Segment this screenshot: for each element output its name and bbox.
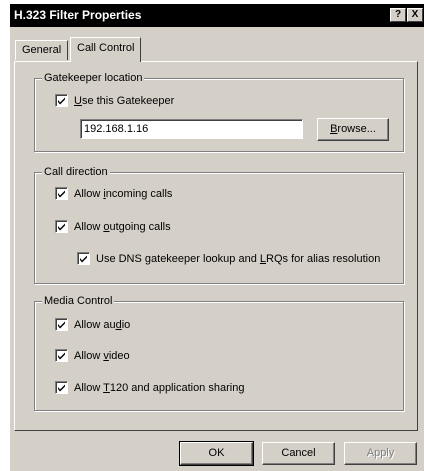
tab-call-control[interactable]: Call Control (70, 37, 142, 62)
allow-video-box[interactable] (55, 349, 68, 362)
allow-audio-label: Allow audio (74, 319, 131, 331)
close-button[interactable]: X (407, 8, 423, 22)
cancel-button[interactable]: Cancel (262, 442, 335, 465)
title-bar[interactable]: H.323 Filter Properties ? X (10, 4, 424, 27)
allow-video-label: Allow video (74, 350, 130, 362)
dns-lookup-label: Use DNS gatekeeper lookup and LRQs for a… (96, 253, 381, 265)
apply-button[interactable]: Apply (344, 442, 417, 465)
checkmark-icon (58, 352, 65, 360)
allow-audio-box[interactable] (55, 318, 68, 331)
allow-t120-box[interactable] (55, 381, 68, 394)
window-title: H.323 Filter Properties (14, 8, 142, 22)
checkmark-icon (58, 97, 65, 105)
call-direction-legend: Call direction (42, 165, 110, 179)
allow-incoming-box[interactable] (55, 187, 68, 200)
tab-general[interactable]: General (15, 40, 69, 60)
checkmark-icon (80, 255, 87, 263)
allow-outgoing-label: Allow outgoing calls (74, 221, 171, 233)
properties-dialog: H.323 Filter Properties ? X General Call… (10, 4, 424, 471)
browse-button[interactable]: Browse... (317, 118, 389, 141)
checkmark-icon (58, 321, 65, 329)
allow-t120-label: Allow T120 and application sharing (74, 382, 245, 394)
allow-incoming-label: Allow incoming calls (74, 188, 173, 200)
checkmark-icon (58, 223, 65, 231)
tab-general-label: General (22, 44, 62, 56)
checkmark-icon (58, 190, 65, 198)
media-control-legend: Media Control (42, 294, 115, 308)
gatekeeper-address-input[interactable]: 192.168.1.16 (80, 119, 303, 139)
tab-call-control-label: Call Control (77, 42, 135, 54)
ok-button[interactable]: OK (179, 441, 254, 466)
checkmark-icon (58, 384, 65, 392)
help-button[interactable]: ? (390, 8, 406, 22)
gatekeeper-location-legend: Gatekeeper location (42, 71, 145, 85)
use-gatekeeper-label: Use this Gatekeeper (74, 95, 175, 107)
dns-lookup-box[interactable] (77, 252, 90, 265)
allow-outgoing-box[interactable] (55, 220, 68, 233)
use-gatekeeper-box[interactable] (55, 94, 68, 107)
